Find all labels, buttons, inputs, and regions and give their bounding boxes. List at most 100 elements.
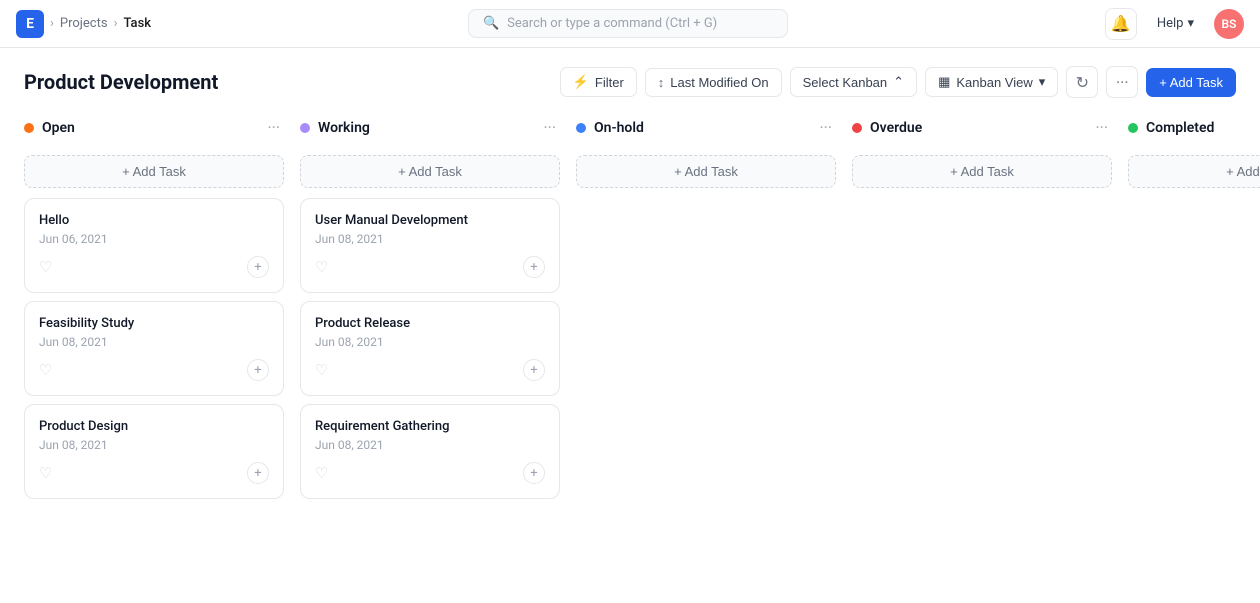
search-bar[interactable]: 🔍 Search or type a command (Ctrl + G) — [468, 9, 788, 38]
card-date-working-1: Jun 08, 2021 — [315, 335, 545, 349]
chevron-down-icon: ▾ — [1187, 16, 1194, 31]
column-menu-on-hold[interactable]: ··· — [815, 116, 836, 139]
sort-icon: ↕ — [658, 75, 665, 90]
card-working-1[interactable]: Product Release Jun 08, 2021 ♡ + — [300, 301, 560, 396]
topnav-right: 🔔 Help ▾ BS — [1105, 8, 1244, 40]
add-task-btn-working[interactable]: + Add Task — [300, 155, 560, 188]
column-menu-open[interactable]: ··· — [263, 116, 284, 139]
card-date-open-1: Jun 08, 2021 — [39, 335, 269, 349]
page-title: Product Development — [24, 70, 218, 94]
more-icon: ··· — [1116, 73, 1129, 92]
column-header-overdue: Overdue ··· — [852, 112, 1112, 143]
help-button[interactable]: Help ▾ — [1149, 12, 1202, 35]
sort-label: Last Modified On — [670, 75, 768, 90]
avatar[interactable]: BS — [1214, 9, 1244, 39]
column-title-completed: Completed — [1146, 120, 1214, 136]
kanban-board: Open ··· + Add Task Hello Jun 06, 2021 ♡… — [0, 112, 1260, 599]
card-add-open-2[interactable]: + — [247, 462, 269, 484]
card-like-open-0[interactable]: ♡ — [39, 258, 52, 276]
card-like-working-2[interactable]: ♡ — [315, 464, 328, 482]
breadcrumb-sep-2: › — [114, 16, 118, 31]
column-menu-overdue[interactable]: ··· — [1091, 116, 1112, 139]
add-task-btn-overdue[interactable]: + Add Task — [852, 155, 1112, 188]
kanban-view-label: Kanban View — [956, 75, 1032, 90]
filter-button[interactable]: ⚡ Filter — [560, 67, 637, 97]
sort-button[interactable]: ↕ Last Modified On — [645, 68, 782, 97]
refresh-button[interactable]: ↻ — [1066, 66, 1098, 98]
card-title-open-1: Feasibility Study — [39, 316, 269, 331]
filter-icon: ⚡ — [573, 74, 589, 90]
refresh-icon: ↻ — [1076, 73, 1089, 92]
kanban-view-button[interactable]: ▦ Kanban View ▾ — [925, 67, 1058, 97]
column-menu-working[interactable]: ··· — [539, 116, 560, 139]
column-overdue: Overdue ··· + Add Task — [852, 112, 1112, 599]
add-task-button[interactable]: + Add Task — [1146, 68, 1236, 97]
chevron-down-icon-view: ▾ — [1039, 74, 1046, 90]
add-task-btn-on-hold[interactable]: + Add Task — [576, 155, 836, 188]
card-title-working-1: Product Release — [315, 316, 545, 331]
card-open-0[interactable]: Hello Jun 06, 2021 ♡ + — [24, 198, 284, 293]
card-add-working-1[interactable]: + — [523, 359, 545, 381]
card-add-open-1[interactable]: + — [247, 359, 269, 381]
card-add-working-2[interactable]: + — [523, 462, 545, 484]
status-dot-completed — [1128, 123, 1138, 133]
card-date-open-2: Jun 08, 2021 — [39, 438, 269, 452]
filter-label: Filter — [595, 75, 624, 90]
card-date-open-0: Jun 06, 2021 — [39, 232, 269, 246]
status-dot-working — [300, 123, 310, 133]
page-header: Product Development ⚡ Filter ↕ Last Modi… — [0, 48, 1260, 112]
column-completed: Completed ··· + Add Task — [1128, 112, 1260, 599]
column-working: Working ··· + Add Task User Manual Devel… — [300, 112, 560, 599]
search-container: 🔍 Search or type a command (Ctrl + G) — [151, 9, 1105, 38]
topnav: E › Projects › Task 🔍 Search or type a c… — [0, 0, 1260, 48]
toolbar: ⚡ Filter ↕ Last Modified On Select Kanba… — [560, 66, 1236, 98]
column-title-working: Working — [318, 120, 370, 136]
help-label: Help — [1157, 16, 1184, 31]
select-kanban-button[interactable]: Select Kanban ⌃ — [790, 67, 917, 97]
column-on-hold: On-hold ··· + Add Task — [576, 112, 836, 599]
more-options-button[interactable]: ··· — [1106, 66, 1138, 98]
card-working-2[interactable]: Requirement Gathering Jun 08, 2021 ♡ + — [300, 404, 560, 499]
card-like-working-0[interactable]: ♡ — [315, 258, 328, 276]
card-open-1[interactable]: Feasibility Study Jun 08, 2021 ♡ + — [24, 301, 284, 396]
breadcrumb-projects[interactable]: Projects — [60, 16, 108, 31]
column-header-left-on-hold: On-hold — [576, 120, 644, 136]
card-like-open-1[interactable]: ♡ — [39, 361, 52, 379]
add-task-btn-open[interactable]: + Add Task — [24, 155, 284, 188]
column-title-on-hold: On-hold — [594, 120, 644, 136]
card-footer-open-1: ♡ + — [39, 359, 269, 381]
notification-button[interactable]: 🔔 — [1105, 8, 1137, 40]
column-header-working: Working ··· — [300, 112, 560, 143]
chevron-down-icon-kanban: ⌃ — [893, 74, 904, 90]
kanban-view-icon: ▦ — [938, 74, 950, 90]
app-icon[interactable]: E — [16, 10, 44, 38]
card-title-open-2: Product Design — [39, 419, 269, 434]
column-header-left-overdue: Overdue — [852, 120, 922, 136]
status-dot-open — [24, 123, 34, 133]
card-add-open-0[interactable]: + — [247, 256, 269, 278]
card-like-working-1[interactable]: ♡ — [315, 361, 328, 379]
card-title-open-0: Hello — [39, 213, 269, 228]
column-header-left-working: Working — [300, 120, 370, 136]
card-add-working-0[interactable]: + — [523, 256, 545, 278]
column-open: Open ··· + Add Task Hello Jun 06, 2021 ♡… — [24, 112, 284, 599]
card-working-0[interactable]: User Manual Development Jun 08, 2021 ♡ + — [300, 198, 560, 293]
card-footer-working-1: ♡ + — [315, 359, 545, 381]
card-date-working-2: Jun 08, 2021 — [315, 438, 545, 452]
column-header-completed: Completed ··· — [1128, 112, 1260, 143]
column-header-on-hold: On-hold ··· — [576, 112, 836, 143]
column-header-left-completed: Completed — [1128, 120, 1214, 136]
breadcrumb: E › Projects › Task — [16, 10, 151, 38]
status-dot-on-hold — [576, 123, 586, 133]
card-title-working-0: User Manual Development — [315, 213, 545, 228]
column-header-left-open: Open — [24, 120, 75, 136]
column-title-overdue: Overdue — [870, 120, 922, 136]
card-like-open-2[interactable]: ♡ — [39, 464, 52, 482]
column-title-open: Open — [42, 120, 75, 136]
add-task-btn-completed[interactable]: + Add Task — [1128, 155, 1260, 188]
breadcrumb-task: Task — [123, 16, 151, 31]
card-open-2[interactable]: Product Design Jun 08, 2021 ♡ + — [24, 404, 284, 499]
card-date-working-0: Jun 08, 2021 — [315, 232, 545, 246]
card-footer-open-2: ♡ + — [39, 462, 269, 484]
breadcrumb-sep-1: › — [50, 16, 54, 31]
